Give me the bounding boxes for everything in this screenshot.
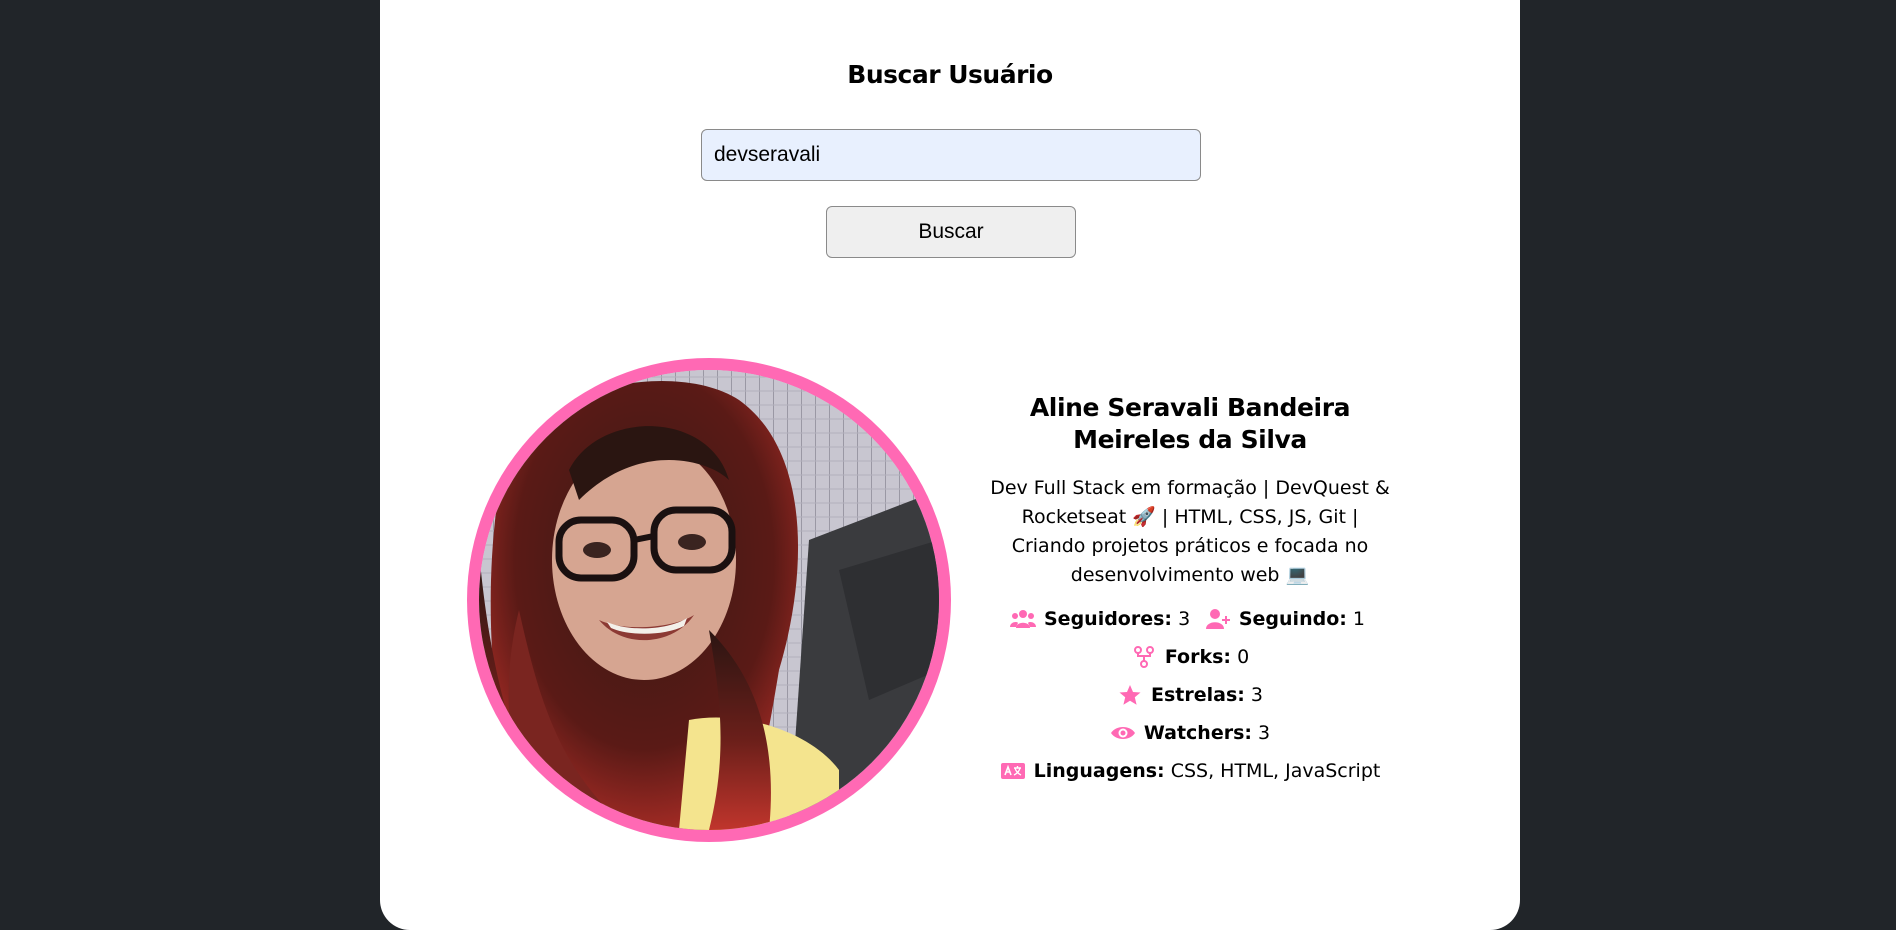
stars-value: 3 (1250, 684, 1263, 706)
language-icon (1000, 760, 1026, 782)
watchers-label: Watchers: (1143, 722, 1252, 744)
forks-row: Forks: 0 (990, 638, 1390, 676)
avatar-ring (467, 358, 951, 842)
followers-value: 3 (1178, 608, 1191, 630)
search-input[interactable] (701, 129, 1201, 181)
forks-label: Forks: (1164, 646, 1232, 668)
users-icon (1010, 608, 1036, 630)
profile-bio: Dev Full Stack em formação | DevQuest & … (990, 477, 1390, 586)
profile-name: Aline Seravali Bandeira Meireles da Silv… (1029, 393, 1351, 454)
stars-stat: Estrelas: 3 (1117, 676, 1263, 714)
stars-row: Estrelas: 3 (990, 676, 1390, 714)
following-stat: Seguindo: 1 (1205, 600, 1365, 638)
languages-stat: Linguagens: CSS, HTML, JavaScript (1000, 752, 1381, 790)
user-plus-icon (1205, 608, 1231, 630)
languages-row: Linguagens: CSS, HTML, JavaScript (990, 752, 1390, 790)
profile-info: Aline Seravali Bandeira Meireles da Silv… (990, 392, 1390, 790)
following-value: 1 (1352, 608, 1365, 630)
following-label: Seguindo: (1238, 608, 1347, 630)
watchers-value: 3 (1258, 722, 1271, 744)
page-title: Buscar Usuário (847, 60, 1053, 89)
stars-label: Estrelas: (1150, 684, 1245, 706)
followers-stat: Seguidores: 3 (1010, 600, 1190, 638)
watchers-row: Watchers: 3 (990, 714, 1390, 752)
followers-following-row: Seguidores: 3 Seguindo: 1 (990, 600, 1365, 638)
search-button[interactable]: Buscar (826, 206, 1076, 258)
languages-label: Linguagens: (1033, 760, 1165, 782)
avatar (479, 370, 939, 830)
languages-value: CSS, HTML, JavaScript (1170, 760, 1381, 782)
star-icon (1117, 684, 1143, 706)
followers-label: Seguidores: (1044, 608, 1173, 630)
forks-value: 0 (1237, 646, 1250, 668)
code-fork-icon (1131, 646, 1157, 668)
watchers-stat: Watchers: 3 (1110, 714, 1270, 752)
eye-icon (1110, 722, 1136, 744)
forks-stat: Forks: 0 (1131, 638, 1249, 676)
